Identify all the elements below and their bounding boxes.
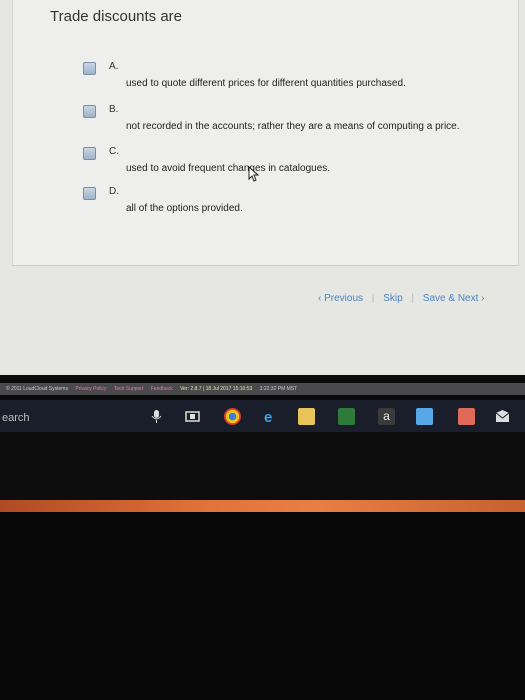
edge-icon[interactable]: e [262, 408, 279, 426]
mouse-cursor-icon [248, 166, 260, 182]
option-b[interactable]: B. not recorded in the accounts; rather … [83, 104, 523, 145]
laptop-keyboard-area [0, 512, 525, 700]
tech-support-link[interactable]: Tech Support [114, 386, 143, 392]
file-explorer-icon[interactable] [298, 408, 315, 425]
option-a-text: used to quote different prices for diffe… [126, 78, 406, 89]
option-b-letter: B. [109, 104, 119, 115]
word-icon[interactable] [416, 408, 433, 425]
feedback-link[interactable]: Feedback [151, 386, 173, 392]
laptop-hinge-strip [0, 500, 525, 512]
checkbox-a[interactable] [83, 62, 96, 75]
app-mail-icon[interactable] [494, 408, 511, 425]
option-a[interactable]: A. used to quote different prices for di… [83, 61, 523, 102]
version-text: Ver: 2.8.7 | 18 Jul 2017 15:10:53 [180, 386, 253, 392]
nav-separator: | [371, 293, 375, 304]
option-c-letter: C. [109, 146, 119, 157]
option-d-text: all of the options provided. [126, 203, 243, 214]
skip-button[interactable]: Skip [383, 293, 402, 304]
footer-bar: © 2011 LoudCloud Systems Privacy Policy … [0, 383, 525, 395]
privacy-policy-link[interactable]: Privacy Policy [75, 386, 106, 392]
question-navigation: ‹ Previous | Skip | Save & Next › [318, 293, 485, 304]
copyright-text: © 2011 LoudCloud Systems [6, 386, 68, 392]
option-b-text: not recorded in the accounts; rather the… [126, 121, 460, 132]
store-icon[interactable] [338, 408, 355, 425]
taskbar-search-text[interactable]: earch [2, 412, 30, 424]
time-text: 3:22:32 PM MST [259, 386, 298, 392]
amazon-icon[interactable]: a [378, 408, 395, 425]
option-a-letter: A. [109, 61, 119, 72]
quiz-page: Trade discounts are A. used to quote dif… [0, 0, 525, 375]
checkbox-c[interactable] [83, 147, 96, 160]
task-view-icon[interactable] [184, 408, 201, 425]
question-card: Trade discounts are A. used to quote dif… [12, 0, 519, 266]
question-title: Trade discounts are [50, 8, 183, 25]
checkbox-d[interactable] [83, 187, 96, 200]
option-d-letter: D. [109, 186, 119, 197]
option-c[interactable]: C. used to avoid frequent changes in cat… [83, 146, 523, 187]
previous-button[interactable]: ‹ Previous [318, 293, 363, 304]
option-c-text: used to avoid frequent changes in catalo… [126, 163, 331, 174]
nav-separator: | [411, 293, 415, 304]
save-next-button[interactable]: Save & Next › [423, 293, 485, 304]
app-t-icon[interactable] [458, 408, 475, 425]
microphone-icon[interactable] [148, 408, 165, 425]
taskbar: earch e a [0, 400, 525, 432]
svg-text:e: e [264, 409, 272, 425]
checkbox-b[interactable] [83, 105, 96, 118]
laptop-bezel [0, 432, 525, 500]
chrome-icon[interactable] [224, 408, 241, 425]
option-d[interactable]: D. all of the options provided. [83, 186, 523, 227]
